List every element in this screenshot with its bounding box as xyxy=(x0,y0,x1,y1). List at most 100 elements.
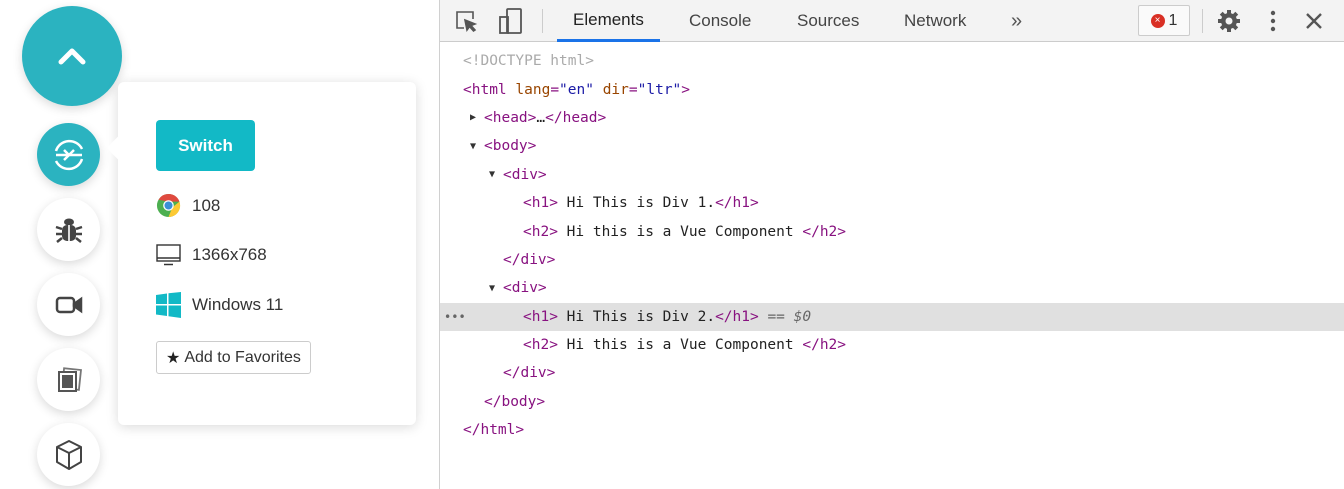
node-markup: <h2> Hi this is a Vue Component </h2> xyxy=(523,224,846,240)
inspect-element-icon[interactable] xyxy=(454,8,478,34)
chevron-up-icon xyxy=(58,48,86,65)
collapse-arrow-icon[interactable]: ▼ xyxy=(470,141,476,152)
markup-tag: <h1> xyxy=(523,308,558,325)
node-markup: <!DOCTYPE html> xyxy=(463,53,594,69)
markup-tag: = xyxy=(628,81,638,98)
markup-tag: <head> xyxy=(484,109,537,126)
switch-environment-button[interactable] xyxy=(37,123,100,186)
switch-icon xyxy=(54,139,83,170)
markup-tag: <div> xyxy=(503,280,547,297)
3d-cube-button[interactable] xyxy=(37,423,100,486)
markup-tag: <div> xyxy=(503,166,547,183)
dom-node-line[interactable]: ▼ <body> xyxy=(440,132,1344,160)
dom-node-line[interactable]: </div> xyxy=(440,359,1344,387)
testing-widget-panel: Switch 108 1366x768 Windows 11 ★ Add to … xyxy=(0,0,439,489)
toolbar-separator xyxy=(542,9,543,33)
browser-version: 108 xyxy=(192,195,221,215)
dom-node-line[interactable]: ••• <h1> Hi This is Div 2.</h1> == $0 xyxy=(440,302,1344,331)
node-markup: <div> xyxy=(503,167,547,183)
monitor-icon xyxy=(156,242,181,267)
dom-node-line[interactable]: <h1> Hi This is Div 1.</h1> xyxy=(440,189,1344,217)
markup-tag: </h2> xyxy=(802,223,847,240)
chrome-icon xyxy=(156,193,181,218)
dom-node-line[interactable]: ▼ <div> xyxy=(440,274,1344,302)
markup-tag: </h1> xyxy=(715,308,759,325)
browser-version-row: 108 xyxy=(156,193,220,218)
close-devtools-icon[interactable] xyxy=(1304,8,1324,34)
node-markup: </div> xyxy=(503,252,555,268)
dom-node-line[interactable]: <h2> Hi this is a Vue Component </h2> xyxy=(440,217,1344,245)
bug-icon xyxy=(55,218,82,243)
dom-node-line[interactable]: ▶ <head>…</head> xyxy=(440,104,1344,132)
more-options-icon[interactable] xyxy=(1270,8,1276,34)
record-video-button[interactable] xyxy=(37,273,100,336)
markup-txt: Hi This is Div 2. xyxy=(557,308,716,325)
dom-node-line[interactable]: <h2> Hi this is a Vue Component </h2> xyxy=(440,331,1344,359)
screenshot-gallery-button[interactable] xyxy=(37,348,100,411)
markup-tag: <h2> xyxy=(523,337,558,354)
dom-node-line[interactable]: <html lang="en" dir="ltr"> xyxy=(440,75,1344,103)
video-camera-icon xyxy=(55,296,82,313)
markup-tag: <h1> xyxy=(523,195,558,212)
selected-node-marker: == $0 xyxy=(758,308,812,325)
markup-tag: > xyxy=(681,81,691,98)
expand-arrow-icon[interactable]: ▶ xyxy=(470,112,476,123)
node-markup: </html> xyxy=(463,422,524,438)
node-actions-dots[interactable]: ••• xyxy=(444,310,466,324)
settings-gear-icon[interactable] xyxy=(1217,8,1241,34)
markup-val: "en" xyxy=(559,81,594,98)
dom-node-line[interactable]: </html> xyxy=(440,416,1344,444)
markup-val: "ltr" xyxy=(637,81,682,98)
markup-tag: </body> xyxy=(484,393,546,410)
more-tabs-button[interactable]: » xyxy=(1011,0,1022,42)
node-markup: </body> xyxy=(484,394,545,410)
devtools-toolbar: Elements Console Sources Network » × 1 xyxy=(440,0,1344,42)
tab-sources[interactable]: Sources xyxy=(797,0,859,42)
collapse-button[interactable] xyxy=(22,6,122,106)
markup-txt: … xyxy=(536,109,546,126)
dom-node-line[interactable]: <!DOCTYPE html> xyxy=(440,47,1344,75)
tab-network[interactable]: Network xyxy=(904,0,966,42)
os-row: Windows 11 xyxy=(156,291,284,318)
tab-elements[interactable]: Elements xyxy=(557,0,660,42)
node-markup: <h1> Hi This is Div 1.</h1> xyxy=(523,195,759,211)
error-count: 1 xyxy=(1168,11,1178,29)
tab-console[interactable]: Console xyxy=(689,0,751,42)
markup-tag: </html> xyxy=(463,422,525,439)
error-count-badge[interactable]: × 1 xyxy=(1138,5,1190,36)
node-markup: <div> xyxy=(503,280,547,296)
markup-tag: </h1> xyxy=(715,195,759,212)
node-markup: <h2> Hi this is a Vue Component </h2> xyxy=(523,337,846,353)
gallery-icon xyxy=(57,366,82,392)
markup-tag xyxy=(594,82,603,98)
node-markup: <head>…</head> xyxy=(484,110,606,126)
os-name: Windows 11 xyxy=(192,294,284,314)
markup-tag: </h2> xyxy=(802,337,847,354)
device-toolbar-icon[interactable] xyxy=(498,8,524,34)
dom-node-line[interactable]: ▼ <div> xyxy=(440,161,1344,189)
cube-icon xyxy=(55,439,82,470)
markup-tag: <html xyxy=(463,81,516,98)
node-markup: <body> xyxy=(484,138,536,154)
markup-tag: </div> xyxy=(503,365,556,382)
collapse-arrow-icon[interactable]: ▼ xyxy=(489,169,495,180)
bug-report-button[interactable] xyxy=(37,198,100,261)
markup-tag: = xyxy=(550,81,560,98)
dom-tree: <!DOCTYPE html> <html lang="en" dir="ltr"… xyxy=(440,47,1344,444)
markup-txt: Hi This is Div 1. xyxy=(557,195,716,212)
add-to-favorites-label: Add to Favorites xyxy=(184,348,301,366)
add-to-favorites-button[interactable]: ★ Add to Favorites xyxy=(156,341,311,374)
markup-tag: <body> xyxy=(484,138,537,155)
markup-attr: dir xyxy=(602,81,629,98)
node-markup: <h1> Hi This is Div 2.</h1> == $0 xyxy=(523,309,811,325)
error-icon: × xyxy=(1150,13,1165,28)
windows-icon xyxy=(156,291,181,318)
collapse-arrow-icon[interactable]: ▼ xyxy=(489,283,495,294)
devtools-panel: Elements Console Sources Network » × 1 <… xyxy=(440,0,1344,489)
resolution: 1366x768 xyxy=(192,244,267,264)
switch-button[interactable]: Switch xyxy=(156,120,255,171)
markup-tag: <h2> xyxy=(523,223,558,240)
dom-node-line[interactable]: </div> xyxy=(440,246,1344,274)
dom-node-line[interactable]: </body> xyxy=(440,388,1344,416)
markup-txt: Hi this is a Vue Component xyxy=(557,223,803,240)
